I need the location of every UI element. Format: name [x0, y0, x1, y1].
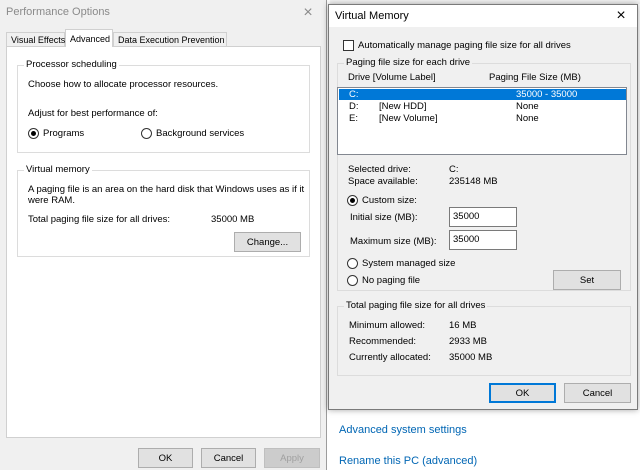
close-icon[interactable]: ×: [605, 5, 637, 27]
advanced-tab-panel: Processor scheduling Choose how to alloc…: [6, 46, 321, 438]
radio-programs[interactable]: Programs: [28, 128, 84, 139]
column-header-size: Paging File Size (MB): [489, 72, 581, 83]
maximum-size-label: Maximum size (MB):: [350, 236, 437, 247]
totals-legend: Total paging file size for all drives: [344, 300, 488, 311]
each-drive-legend: Paging file size for each drive: [344, 57, 473, 68]
drive-label: [New Volume]: [379, 113, 438, 124]
paging-file-description-line2: were RAM.: [28, 195, 75, 206]
rename-pc-link[interactable]: Rename this PC (advanced): [339, 455, 477, 467]
perf-apply-button: Apply: [264, 448, 320, 468]
vm-cancel-button[interactable]: Cancel: [564, 383, 631, 403]
radio-background-services[interactable]: Background services: [141, 128, 244, 139]
minimum-allowed-value: 16 MB: [449, 320, 477, 331]
processor-scheduling-group: Processor scheduling Choose how to alloc…: [17, 59, 310, 153]
virtual-memory-dialog: Virtual Memory × Automatically manage pa…: [328, 4, 638, 410]
tab-data-execution-prevention[interactable]: Data Execution Prevention: [113, 32, 227, 47]
radio-no-paging-file[interactable]: No paging file: [347, 275, 420, 286]
processor-scheduling-legend: Processor scheduling: [24, 59, 119, 70]
currently-allocated-value: 35000 MB: [449, 352, 493, 363]
drive-letter: C:: [349, 89, 359, 100]
advanced-system-settings-link[interactable]: Advanced system settings: [339, 424, 467, 436]
perf-ok-button[interactable]: OK: [138, 448, 193, 468]
auto-manage-label: Automatically manage paging file size fo…: [358, 40, 571, 51]
tab-advanced[interactable]: Advanced: [65, 29, 113, 47]
paging-file-description-line1: A paging file is an area on the hard dis…: [28, 184, 305, 195]
recommended-label: Recommended:: [349, 336, 417, 347]
radio-custom-size[interactable]: Custom size:: [347, 195, 417, 206]
change-button[interactable]: Change...: [234, 232, 301, 252]
initial-size-input[interactable]: 35000: [449, 207, 517, 227]
set-button[interactable]: Set: [553, 270, 621, 290]
radio-unselected-icon: [347, 275, 358, 286]
drive-row[interactable]: E: [New Volume] None: [339, 113, 626, 124]
radio-unselected-icon: [141, 128, 152, 139]
window-title: Performance Options: [6, 6, 110, 18]
vm-ok-button[interactable]: OK: [489, 383, 556, 403]
drive-size: 35000 - 35000: [516, 89, 578, 100]
space-available-value: 235148 MB: [449, 176, 498, 187]
column-header-drive: Drive [Volume Label]: [348, 72, 436, 83]
radio-system-managed[interactable]: System managed size: [347, 258, 455, 269]
close-icon[interactable]: ×: [292, 2, 324, 24]
performance-options-window: Performance Options × Visual Effects Adv…: [0, 0, 327, 470]
total-paging-label: Total paging file size for all drives:: [28, 214, 171, 225]
drive-label: [New HDD]: [379, 101, 427, 112]
system-managed-label: System managed size: [362, 258, 456, 269]
initial-size-label: Initial size (MB):: [350, 212, 418, 223]
virtual-memory-legend: Virtual memory: [24, 164, 92, 175]
maximum-size-input[interactable]: 35000: [449, 230, 517, 250]
drive-size: None: [516, 113, 539, 124]
currently-allocated-label: Currently allocated:: [349, 352, 431, 363]
dialog-title: Virtual Memory: [335, 10, 409, 22]
auto-manage-checkbox[interactable]: Automatically manage paging file size fo…: [343, 40, 571, 51]
drive-letter: E:: [349, 113, 358, 124]
radio-unselected-icon: [347, 258, 358, 269]
radio-background-services-label: Background services: [156, 128, 245, 139]
radio-selected-icon: [347, 195, 358, 206]
radio-programs-label: Programs: [43, 128, 85, 139]
custom-size-label: Custom size:: [362, 195, 417, 206]
no-paging-label: No paging file: [362, 275, 421, 286]
total-paging-value: 35000 MB: [211, 214, 255, 225]
selected-drive-value: C:: [449, 164, 459, 175]
minimum-allowed-label: Minimum allowed:: [349, 320, 426, 331]
perf-cancel-button[interactable]: Cancel: [201, 448, 256, 468]
processor-description: Choose how to allocate processor resourc…: [28, 79, 219, 90]
drive-list[interactable]: C: 35000 - 35000 D: [New HDD] None E: [N…: [337, 87, 627, 155]
drive-row[interactable]: D: [New HDD] None: [339, 101, 626, 112]
recommended-value: 2933 MB: [449, 336, 488, 347]
drive-size: None: [516, 101, 539, 112]
radio-selected-icon: [28, 128, 39, 139]
drive-row[interactable]: C: 35000 - 35000: [339, 89, 626, 100]
tab-visual-effects[interactable]: Visual Effects: [6, 32, 65, 47]
dialog-titlebar: Virtual Memory ×: [329, 5, 637, 27]
space-available-label: Space available:: [348, 176, 418, 187]
adjust-performance-label: Adjust for best performance of:: [28, 108, 158, 119]
drive-letter: D:: [349, 101, 359, 112]
selected-drive-label: Selected drive:: [348, 164, 411, 175]
virtual-memory-group: Virtual memory A paging file is an area …: [17, 164, 310, 257]
checkbox-unchecked-icon: [343, 40, 354, 51]
